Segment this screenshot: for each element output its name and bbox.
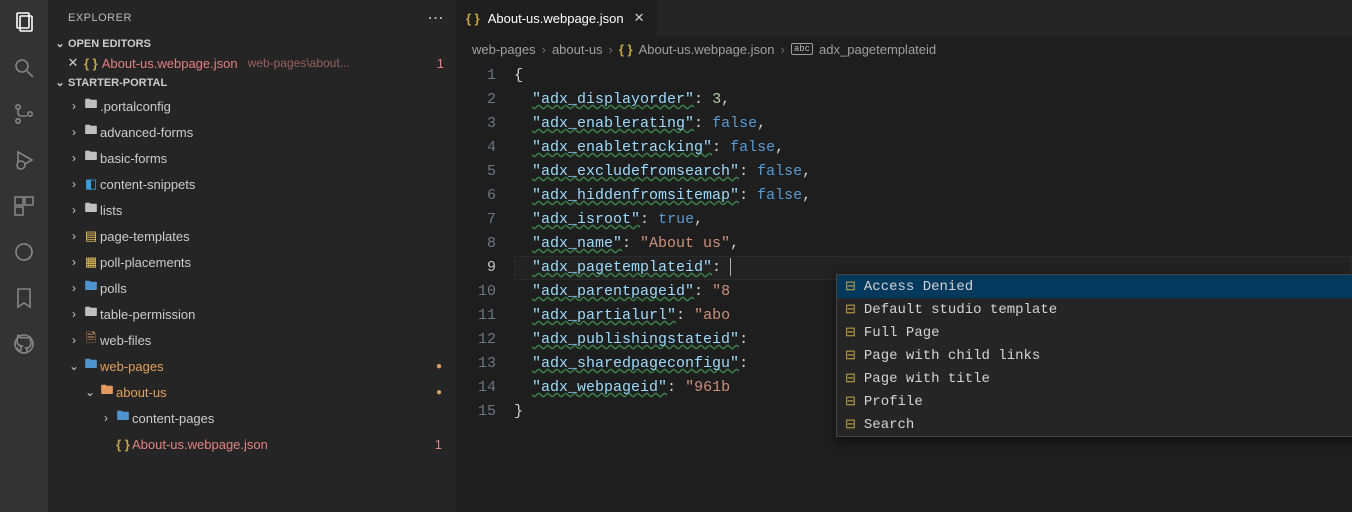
autocomplete-item[interactable]: ⊟Full Page: [837, 321, 1352, 344]
editor-tabs: { } About-us.webpage.json ✕: [456, 0, 1352, 36]
source-control-icon[interactable]: [10, 100, 38, 128]
breadcrumb-symbol[interactable]: adx_pagetemplateid: [819, 42, 936, 57]
workspace-label: STARTER-PORTAL: [68, 77, 167, 89]
power-platform-icon[interactable]: [10, 238, 38, 266]
chevron-right-icon: ›: [781, 42, 785, 57]
enum-icon: ⊟: [845, 279, 856, 294]
chevron-right-icon: ›: [542, 42, 546, 57]
modified-dot-icon: ●: [436, 387, 442, 398]
autocomplete-item[interactable]: ⊟Default studio template: [837, 298, 1352, 321]
code-line[interactable]: "adx_hiddenfromsitemap": false,: [514, 184, 1352, 208]
search-icon[interactable]: [10, 54, 38, 82]
tab-about-us-json[interactable]: { } About-us.webpage.json ✕: [456, 0, 658, 36]
code-line[interactable]: "adx_isroot": true,: [514, 208, 1352, 232]
workspace-header[interactable]: ⌄ STARTER-PORTAL: [48, 74, 456, 91]
breadcrumb-about-us[interactable]: about-us: [552, 42, 603, 57]
tree-folder-web-files[interactable]: ›🗎web-files: [48, 327, 456, 353]
tab-label: About-us.webpage.json: [488, 11, 624, 26]
code-line[interactable]: "adx_enabletracking": false,: [514, 136, 1352, 160]
code-line[interactable]: {: [514, 64, 1352, 88]
autocomplete-item[interactable]: ⊟Page with title: [837, 367, 1352, 390]
open-editors-label: OPEN EDITORS: [68, 38, 151, 50]
tree-folder-web-pages[interactable]: ⌄🖿web-pages●: [48, 353, 456, 379]
json-file-icon: { }: [619, 42, 633, 57]
tree-folder-portalconfig[interactable]: ›🖿.portalconfig: [48, 93, 456, 119]
open-editors-header[interactable]: ⌄ OPEN EDITORS: [48, 35, 456, 52]
tree-folder-advanced-forms[interactable]: ›🖿advanced-forms: [48, 119, 456, 145]
file-error-badge: 1: [435, 437, 442, 452]
open-editor-filename: About-us.webpage.json: [102, 56, 238, 71]
chevron-down-icon: ⌄: [52, 37, 68, 50]
breadcrumbs: web-pages › about-us › { } About-us.webp…: [456, 36, 1352, 62]
tree-folder-lists[interactable]: ›🖿lists: [48, 197, 456, 223]
modified-dot-icon: ●: [436, 361, 442, 372]
autocomplete-item[interactable]: ⊟Search: [837, 413, 1352, 436]
tree-folder-content-pages[interactable]: ›🖿content-pages: [48, 405, 456, 431]
chevron-down-icon: ⌄: [52, 76, 68, 89]
tree-folder-table-permission[interactable]: ›🖿table-permission: [48, 301, 456, 327]
extensions-icon[interactable]: [10, 192, 38, 220]
close-icon[interactable]: ✕: [66, 55, 80, 71]
enum-icon: ⊟: [845, 302, 856, 317]
file-tree: ›🖿.portalconfig ›🖿advanced-forms ›🖿basic…: [48, 91, 456, 457]
sidebar: EXPLORER ⋯ ⌄ OPEN EDITORS ✕ { } About-us…: [48, 0, 456, 512]
github-icon[interactable]: [10, 330, 38, 358]
autocomplete-item[interactable]: ⊟Page with child links: [837, 344, 1352, 367]
chevron-right-icon: ›: [609, 42, 613, 57]
enum-icon: ⊟: [845, 371, 856, 386]
line-number-gutter: 123456789101112131415: [456, 62, 514, 512]
code-content[interactable]: { "adx_displayorder": 3, "adx_enablerati…: [514, 62, 1352, 512]
tree-folder-poll-placements[interactable]: ›▦poll-placements: [48, 249, 456, 275]
code-line[interactable]: "adx_name": "About us",: [514, 232, 1352, 256]
code-line[interactable]: "adx_enablerating": false,: [514, 112, 1352, 136]
tree-folder-polls[interactable]: ›🖿polls: [48, 275, 456, 301]
run-debug-icon[interactable]: [10, 146, 38, 174]
code-editor[interactable]: 123456789101112131415 { "adx_displayorde…: [456, 62, 1352, 512]
code-line[interactable]: "adx_excludefromsearch": false,: [514, 160, 1352, 184]
autocomplete-item[interactable]: ⊟Profile: [837, 390, 1352, 413]
bookmark-icon[interactable]: [10, 284, 38, 312]
tree-folder-content-snippets[interactable]: ›◧content-snippets: [48, 171, 456, 197]
explorer-icon[interactable]: [10, 8, 38, 36]
enum-icon: ⊟: [845, 348, 856, 363]
open-editor-error-badge: 1: [437, 56, 444, 71]
breadcrumb-web-pages[interactable]: web-pages: [472, 42, 536, 57]
sidebar-title: EXPLORER: [68, 12, 428, 24]
breadcrumb-file[interactable]: About-us.webpage.json: [639, 42, 775, 57]
enum-icon: ⊟: [845, 394, 856, 409]
activity-bar: [0, 0, 48, 512]
json-file-icon: { }: [84, 56, 98, 71]
enum-icon: ⊟: [845, 417, 856, 432]
tree-folder-page-templates[interactable]: ›▤page-templates: [48, 223, 456, 249]
open-editor-item[interactable]: ✕ { } About-us.webpage.json web-pages\ab…: [48, 52, 456, 74]
editor: { } About-us.webpage.json ✕ web-pages › …: [456, 0, 1352, 512]
tree-folder-basic-forms[interactable]: ›🖿basic-forms: [48, 145, 456, 171]
tree-file-about-us-json[interactable]: { }About-us.webpage.json1: [48, 431, 456, 457]
autocomplete-item[interactable]: ⊟Access Denied: [837, 275, 1352, 298]
open-editor-path: web-pages\about...: [248, 56, 350, 70]
tree-folder-about-us[interactable]: ⌄🖿about-us●: [48, 379, 456, 405]
symbol-string-icon: abc: [791, 43, 813, 55]
json-file-icon: { }: [466, 11, 480, 26]
sidebar-title-bar: EXPLORER ⋯: [48, 0, 456, 35]
enum-icon: ⊟: [845, 325, 856, 340]
autocomplete-popup[interactable]: ⊟Access Denied⊟Default studio template⊟F…: [836, 274, 1352, 437]
sidebar-more-icon[interactable]: ⋯: [428, 8, 445, 28]
close-icon[interactable]: ✕: [632, 10, 647, 26]
code-line[interactable]: "adx_displayorder": 3,: [514, 88, 1352, 112]
